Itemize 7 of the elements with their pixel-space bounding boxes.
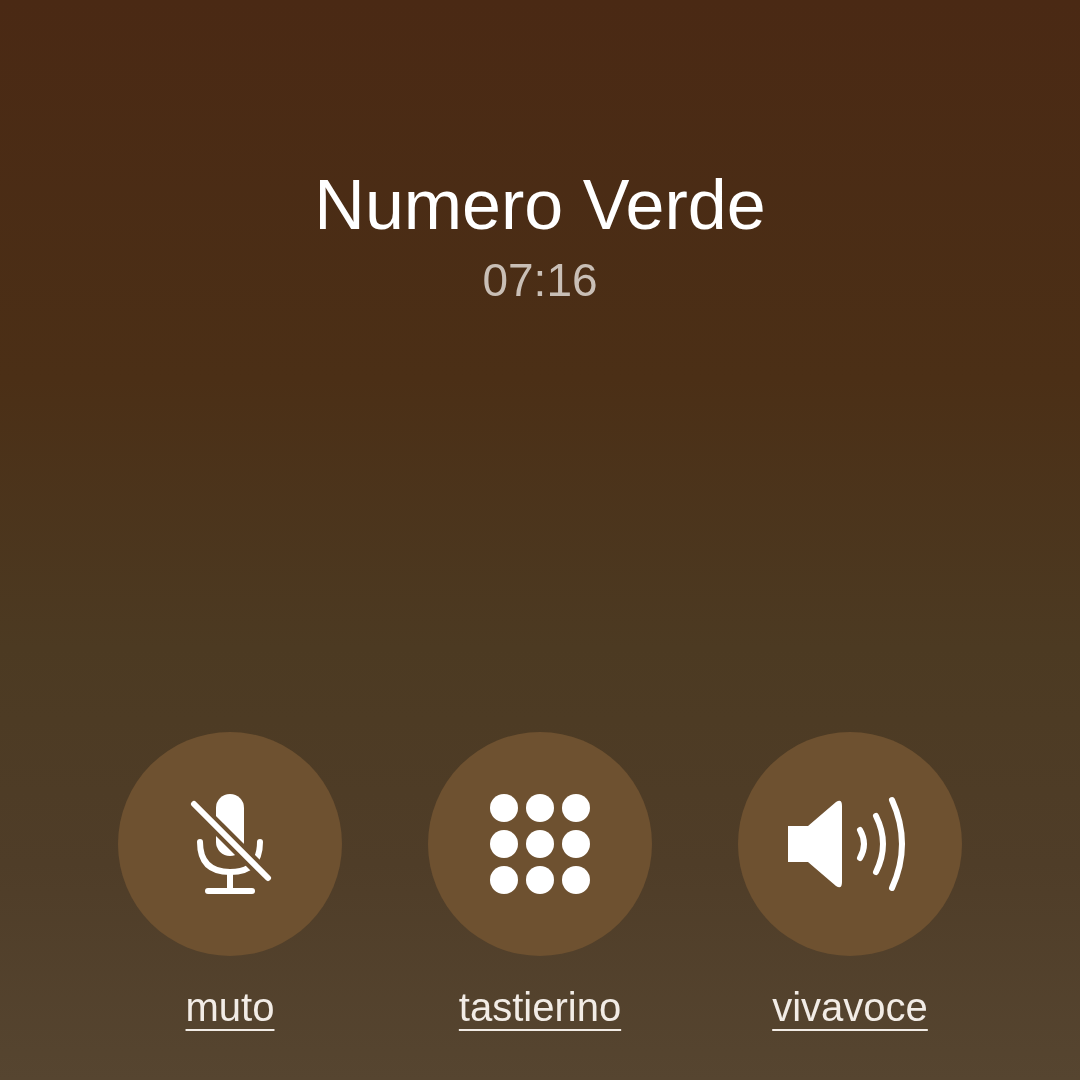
call-timer: 07:16 [482,253,598,308]
muted-microphone-icon [188,792,272,896]
caller-name: Numero Verde [314,165,766,246]
keypad-icon [490,794,590,894]
keypad-label[interactable]: tastierino [458,982,622,1032]
mute-label[interactable]: muto [185,982,275,1032]
speaker-label[interactable]: vivavoce [772,982,928,1032]
